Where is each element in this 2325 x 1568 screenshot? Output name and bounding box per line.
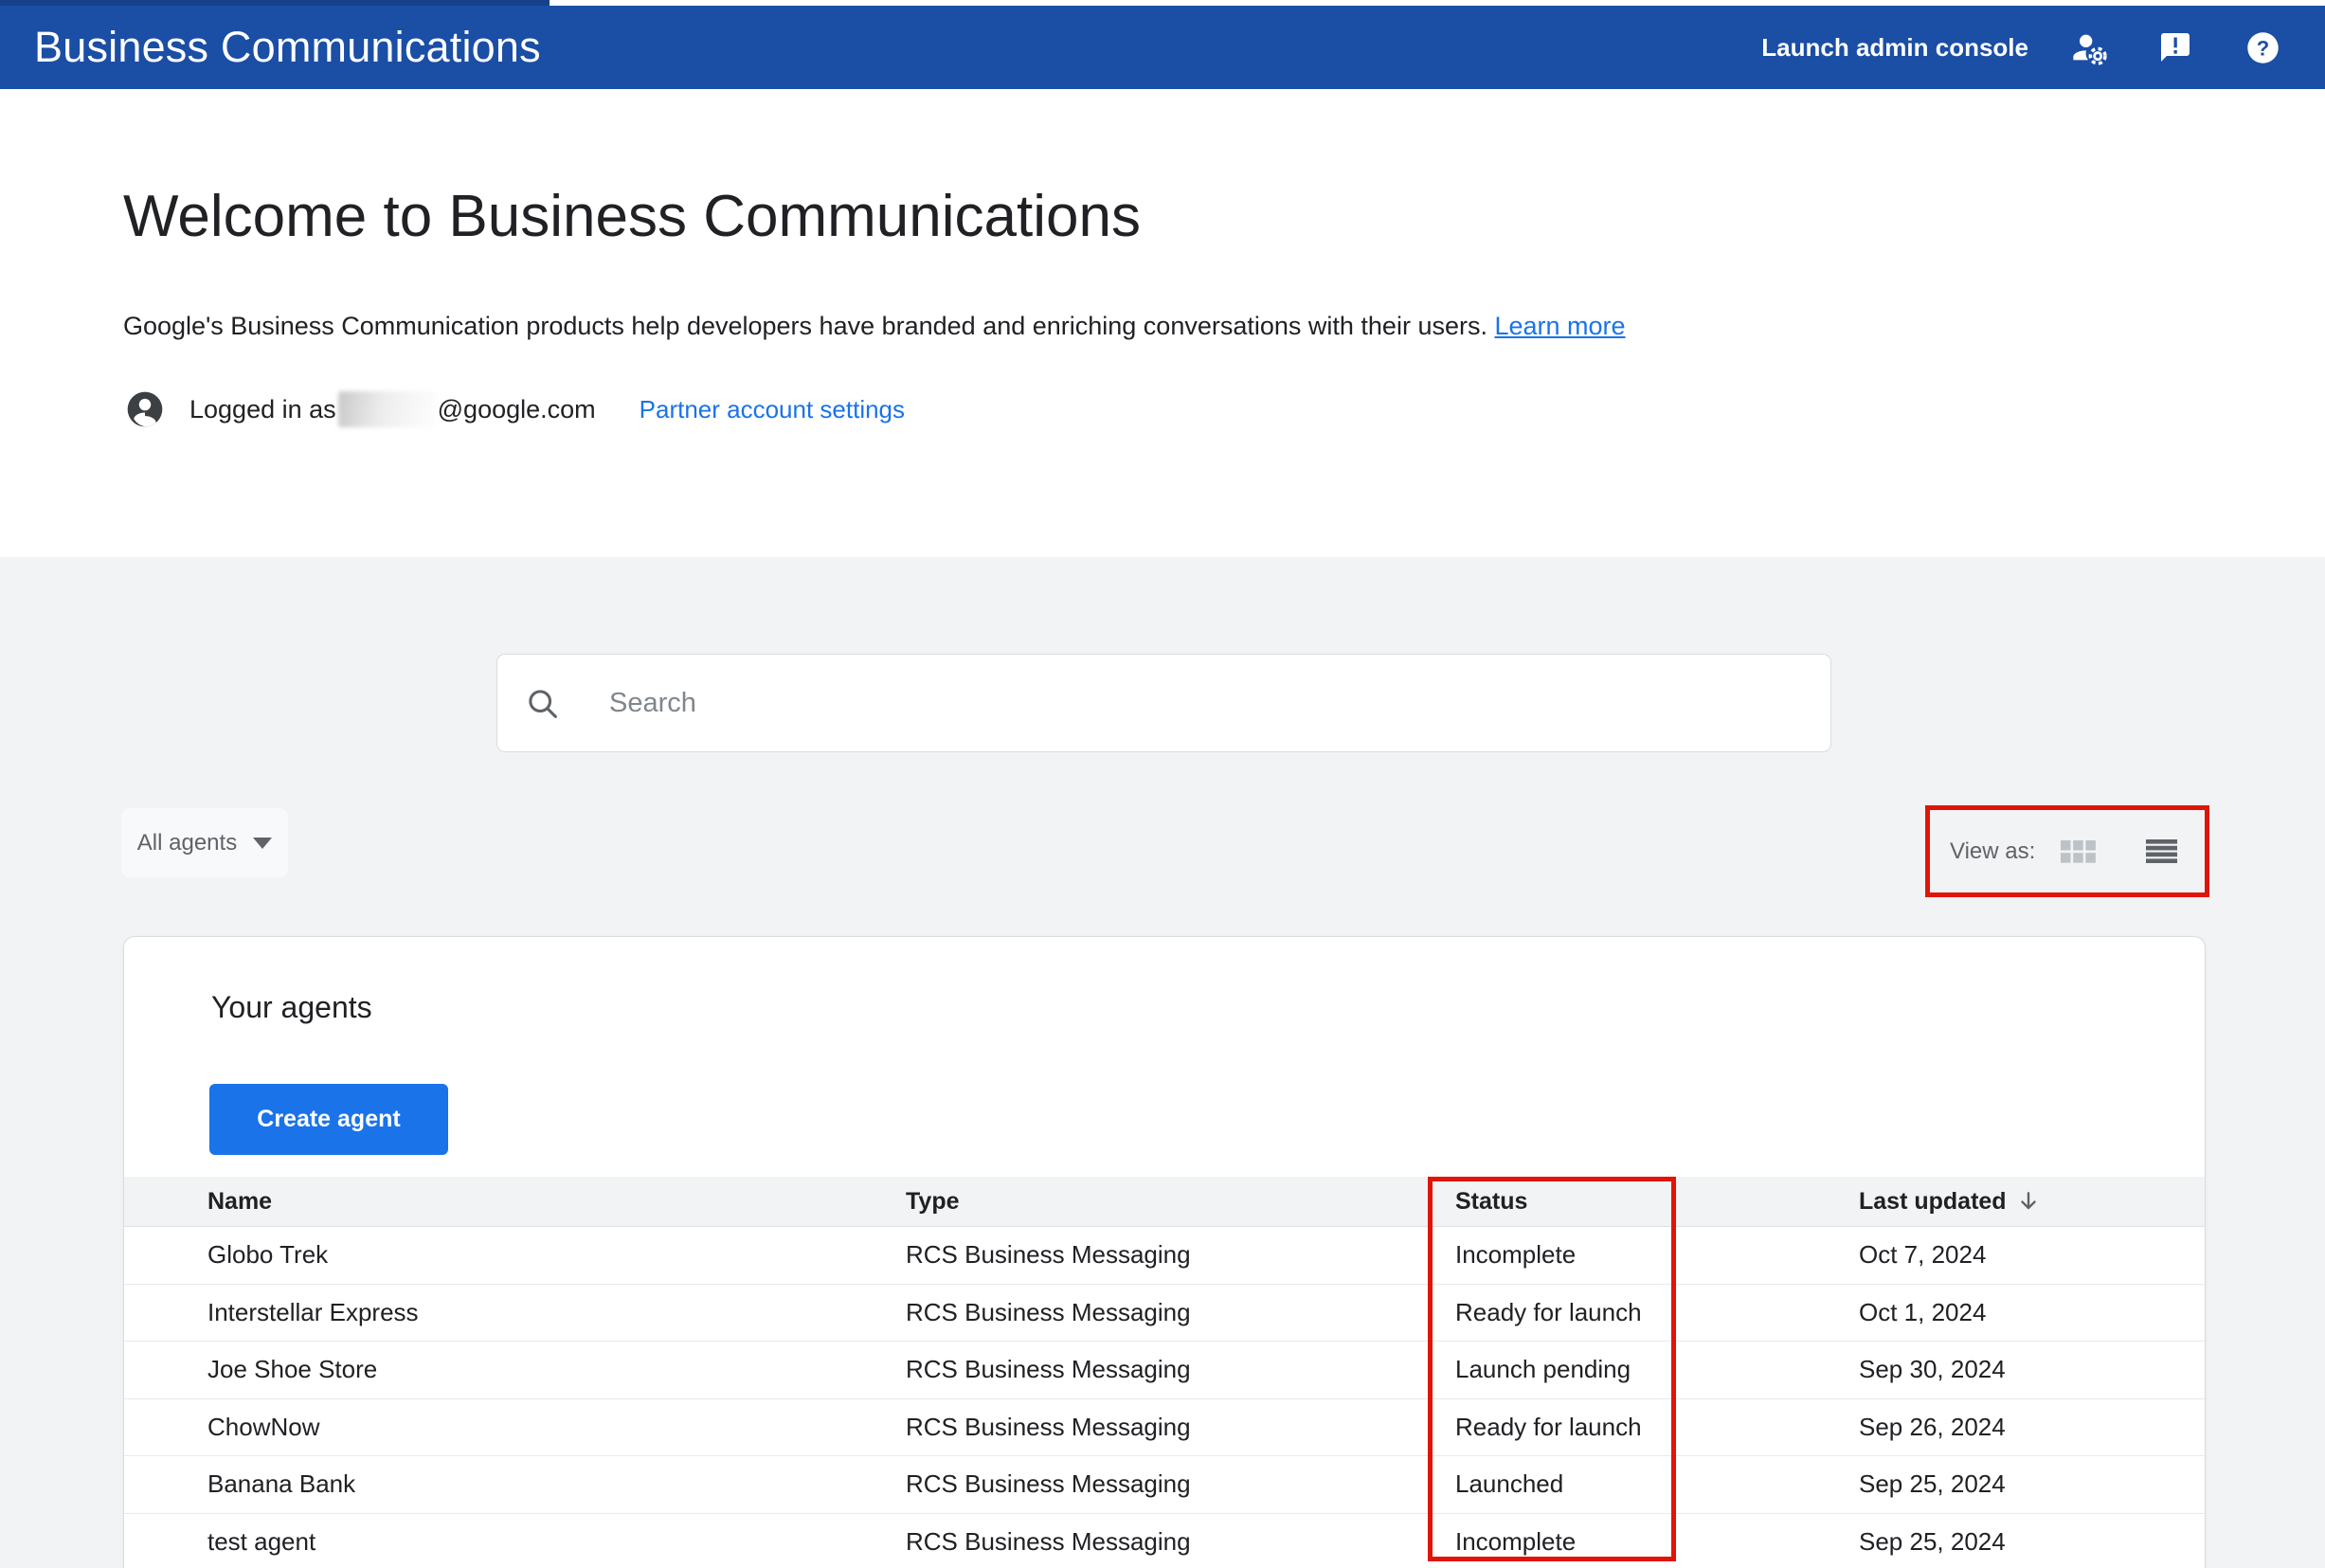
welcome-section: Welcome to Business Communications Googl… — [0, 89, 2325, 557]
grid-view-icon[interactable] — [2061, 839, 2097, 863]
top-edge-artifact-light — [550, 0, 2325, 6]
agent-type-cell: RCS Business Messaging — [906, 1355, 1191, 1384]
agent-name-cell: Joe Shoe Store — [207, 1355, 378, 1384]
agent-type-cell: RCS Business Messaging — [906, 1469, 1191, 1499]
account-circle-icon — [124, 388, 166, 430]
table-row[interactable]: Joe Shoe Store RCS Business Messaging La… — [124, 1342, 2205, 1399]
page-description: Google's Business Communication products… — [123, 309, 1626, 343]
column-header-last-updated[interactable]: Last updated — [1859, 1188, 2167, 1216]
create-agent-button[interactable]: Create agent — [209, 1084, 448, 1155]
agent-status-cell: Launched — [1455, 1469, 1564, 1499]
agent-updated-cell: Sep 26, 2024 — [1859, 1412, 2006, 1441]
manage-accounts-icon[interactable] — [2070, 28, 2108, 66]
table-row[interactable]: Banana Bank RCS Business Messaging Launc… — [124, 1456, 2205, 1514]
table-row[interactable]: Interstellar Express RCS Business Messag… — [124, 1284, 2205, 1342]
list-view-icon[interactable] — [2146, 839, 2178, 863]
agent-name-cell: Globo Trek — [207, 1240, 329, 1270]
agent-status-cell: Launch pending — [1455, 1355, 1631, 1384]
your-agents-card: Your agents Create agent Name Type Statu… — [123, 936, 2206, 1568]
page: Business Communications Launch admin con… — [0, 0, 2325, 1568]
redacted-username — [337, 391, 436, 427]
logged-in-text: Logged in as @google.com — [189, 391, 596, 427]
search-icon — [525, 686, 560, 721]
header-actions: Launch admin console ? — [1761, 6, 2281, 89]
agent-updated-cell: Sep 30, 2024 — [1859, 1355, 2006, 1384]
agent-name-cell: ChowNow — [207, 1412, 320, 1441]
app-title: Business Communications — [34, 23, 541, 71]
partner-account-settings-link[interactable]: Partner account settings — [640, 395, 905, 424]
agent-status-cell: Incomplete — [1455, 1240, 1577, 1270]
launch-admin-console-link[interactable]: Launch admin console — [1761, 33, 2028, 63]
agents-filter-label: All agents — [136, 829, 238, 856]
annotation-view-as-box: View as: — [1925, 805, 2209, 897]
learn-more-link[interactable]: Learn more — [1494, 312, 1625, 340]
column-header-type: Type — [906, 1187, 960, 1215]
agent-type-cell: RCS Business Messaging — [906, 1526, 1191, 1556]
agent-status-cell: Incomplete — [1455, 1526, 1577, 1556]
agent-type-cell: RCS Business Messaging — [906, 1297, 1191, 1326]
search-bar — [496, 654, 1831, 752]
top-edge-artifact-dark — [0, 0, 550, 6]
column-header-name: Name — [207, 1187, 273, 1215]
agents-filter-dropdown[interactable]: All agents — [121, 808, 288, 877]
table-row[interactable]: test agent RCS Business Messaging Incomp… — [124, 1513, 2205, 1568]
description-text: Google's Business Communication products… — [123, 312, 1487, 340]
dropdown-caret-icon — [253, 837, 273, 849]
sort-descending-icon — [2016, 1189, 2041, 1214]
agents-section: All agents View as: Your agents Create a… — [0, 557, 2325, 1568]
agent-status-cell: Ready for launch — [1455, 1412, 1642, 1441]
agent-updated-cell: Oct 7, 2024 — [1859, 1240, 1987, 1270]
logged-in-domain: @google.com — [437, 394, 596, 424]
logged-in-prefix: Logged in as — [189, 394, 336, 424]
agent-updated-cell: Sep 25, 2024 — [1859, 1469, 2006, 1499]
agent-updated-cell: Sep 25, 2024 — [1859, 1526, 2006, 1556]
search-input[interactable] — [609, 687, 1746, 719]
agent-updated-cell: Oct 1, 2024 — [1859, 1297, 1987, 1326]
table-row[interactable]: Globo Trek RCS Business Messaging Incomp… — [124, 1227, 2205, 1285]
table-row[interactable]: ChowNow RCS Business Messaging Ready for… — [124, 1398, 2205, 1456]
agent-status-cell: Ready for launch — [1455, 1297, 1642, 1326]
last-updated-label: Last updated — [1859, 1187, 2007, 1215]
app-header: Business Communications Launch admin con… — [0, 0, 2325, 89]
agent-name-cell: test agent — [207, 1526, 316, 1556]
agent-name-cell: Banana Bank — [207, 1469, 356, 1499]
agents-table: Name Type Status Last updated Globo Trek — [124, 1177, 2205, 1568]
view-as-label: View as: — [1950, 838, 2036, 864]
column-header-status: Status — [1455, 1187, 1528, 1215]
agent-name-cell: Interstellar Express — [207, 1297, 419, 1326]
feedback-icon[interactable] — [2158, 30, 2192, 64]
table-header-row: Name Type Status Last updated — [124, 1177, 2205, 1227]
help-icon[interactable]: ? — [2244, 29, 2281, 66]
agent-type-cell: RCS Business Messaging — [906, 1412, 1191, 1441]
page-title: Welcome to Business Communications — [123, 184, 1141, 249]
card-title: Your agents — [211, 990, 372, 1024]
svg-text:?: ? — [2257, 36, 2269, 60]
login-row: Logged in as @google.com Partner account… — [124, 388, 905, 430]
agent-type-cell: RCS Business Messaging — [906, 1240, 1191, 1270]
